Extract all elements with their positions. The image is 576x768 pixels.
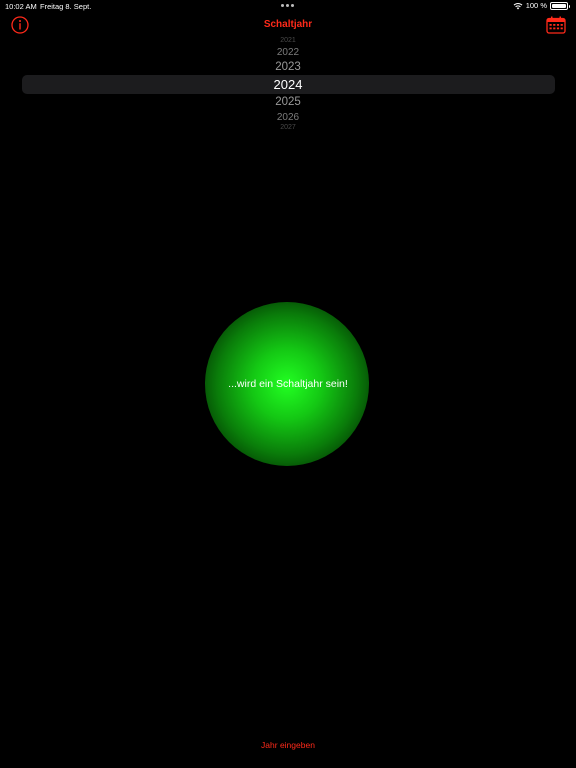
status-indicators: 100 % — [513, 1, 570, 10]
app-screen: 10:02 AM Freitag 8. Sept. 100 % Schaltja… — [0, 0, 576, 768]
year-picker[interactable]: 2021 2022 2023 2024 2025 2026 2027 — [0, 36, 576, 134]
status-bar: 10:02 AM Freitag 8. Sept. 100 % — [0, 0, 576, 12]
battery-fill — [552, 3, 566, 8]
enter-year-button[interactable]: Jahr eingeben — [0, 740, 576, 750]
status-time: 10:02 AM — [5, 2, 37, 11]
picker-row[interactable]: 2021 — [0, 37, 576, 44]
page-title: Schaltjahr — [263, 19, 313, 30]
status-date: Freitag 8. Sept. — [40, 2, 92, 11]
calendar-icon[interactable] — [546, 16, 566, 34]
picker-row[interactable]: 2023 — [0, 61, 576, 73]
battery-icon — [550, 1, 570, 10]
result-text: ...wird ein Schaltjahr sein! — [228, 378, 348, 390]
wifi-icon — [513, 2, 523, 9]
multitasking-dots-icon[interactable] — [281, 4, 294, 7]
picker-row[interactable]: 2027 — [0, 124, 576, 132]
picker-row-selected[interactable]: 2024 — [0, 77, 576, 92]
picker-row[interactable]: 2025 — [0, 96, 576, 108]
battery-percentage: 100 % — [525, 1, 547, 10]
picker-row[interactable]: 2022 — [0, 47, 576, 58]
picker-row[interactable]: 2026 — [0, 112, 576, 123]
